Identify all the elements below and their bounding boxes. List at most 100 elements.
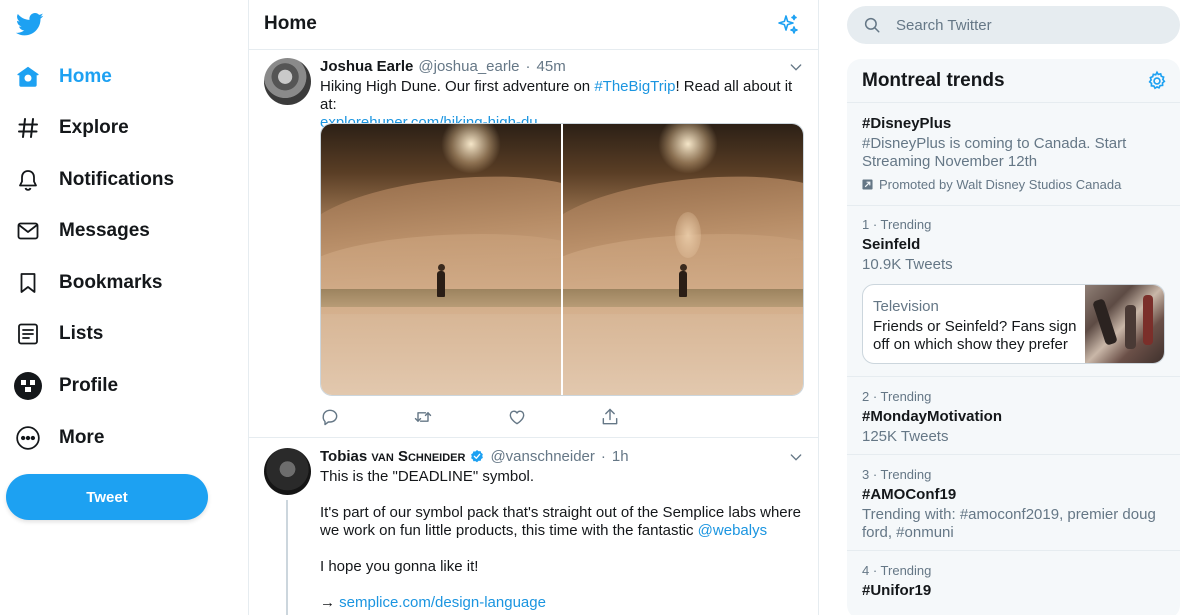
nav-label-profile: Profile — [59, 375, 119, 396]
verified-badge-icon — [471, 449, 484, 462]
hashtag-icon — [12, 112, 44, 144]
arrow-glyph: → — [320, 594, 340, 611]
nav-item-more[interactable]: More — [12, 415, 104, 461]
trend-item[interactable]: 2 · Trending #MondayMotivation 125K Twee… — [847, 377, 1180, 455]
tweet-header: Tobias van Schneider @vanschneider · 1h — [320, 448, 629, 465]
share-icon[interactable] — [600, 407, 620, 427]
promoted-label: Promoted by Walt Disney Studios Canada — [862, 177, 1121, 192]
trend-rank: 3 · Trending — [862, 467, 932, 482]
sparkle-icon[interactable] — [776, 13, 800, 37]
profile-icon — [12, 370, 44, 402]
trend-count: 10.9K Tweets — [862, 256, 953, 273]
trends-header: Montreal trends — [847, 59, 1180, 103]
trend-name: #MondayMotivation — [862, 408, 1003, 425]
tweet-button[interactable]: Tweet — [6, 474, 208, 520]
promoted-by-text: Promoted by Walt Disney Studios Canada — [879, 177, 1122, 192]
author-name-part: Tobias — [320, 448, 372, 465]
promoted-trend[interactable]: #DisneyPlus #DisneyPlus is coming to Can… — [847, 103, 1180, 206]
nav-item-bookmarks[interactable]: Bookmarks — [12, 260, 163, 306]
photo-right[interactable] — [563, 124, 803, 395]
hashtag-link[interactable]: #TheBigTrip — [594, 78, 675, 95]
card-category: Television — [873, 298, 939, 315]
trend-name: Seinfeld — [862, 236, 921, 253]
nav-label-more: More — [59, 427, 105, 448]
separator-dot: · — [525, 58, 531, 75]
tweet-timestamp[interactable]: 45m — [537, 58, 566, 75]
tweet-author-name[interactable]: Joshua Earle — [320, 58, 413, 75]
card-thumbnail — [1085, 285, 1164, 363]
tweet-text: I hope you gonna like it! — [320, 558, 805, 576]
home-icon — [12, 61, 44, 93]
right-sidebar: Search Twitter Montreal trends #DisneyPl… — [819, 0, 1200, 615]
chevron-down-icon[interactable] — [788, 59, 804, 75]
tweet-header: Joshua Earle @joshua_earle · 45m — [320, 58, 566, 75]
envelope-icon — [12, 215, 44, 247]
promoted-icon — [862, 179, 873, 190]
trends-title: Montreal trends — [862, 70, 1005, 91]
chevron-down-icon[interactable] — [788, 449, 804, 465]
tweet-text: It's part of our symbol pack that's stra… — [320, 504, 805, 540]
trend-name: #Unifor19 — [862, 582, 932, 599]
nav-item-notifications[interactable]: Notifications — [12, 157, 174, 203]
tweet-url-link[interactable]: semplice.com/design-language — [339, 594, 546, 611]
card-headline: Friends or Seinfeld? Fans sign off on wh… — [873, 318, 1077, 353]
trend-item[interactable]: 1 · Trending Seinfeld 10.9K Tweets Telev… — [847, 206, 1180, 377]
nav-label-messages: Messages — [59, 220, 150, 241]
list-icon — [12, 318, 44, 350]
twitter-logo-icon[interactable] — [16, 10, 44, 38]
avatar[interactable] — [264, 58, 311, 105]
timeline: Home Joshua Earle @joshua_earle · 45m Hi… — [248, 0, 819, 615]
trend-count: 125K Tweets — [862, 428, 949, 445]
left-sidebar: Home Explore Notifications Messages Book… — [0, 0, 248, 615]
tweet-media[interactable] — [320, 123, 804, 396]
retweet-icon[interactable] — [413, 407, 433, 427]
tweet-text: This is the "DEADLINE" symbol. — [320, 468, 805, 486]
tweet-actions — [320, 407, 740, 429]
nav-label-explore: Explore — [59, 117, 129, 138]
bell-icon — [12, 164, 44, 196]
nav-item-home[interactable]: Home — [12, 54, 112, 100]
nav-item-explore[interactable]: Explore — [12, 105, 129, 151]
nav-label-bookmarks: Bookmarks — [59, 272, 163, 293]
nav-item-messages[interactable]: Messages — [12, 208, 150, 254]
author-name-part: van Schneider — [371, 448, 466, 465]
tweet[interactable]: Joshua Earle @joshua_earle · 45m Hiking … — [249, 50, 818, 438]
tweet-author-name[interactable]: Tobias van Schneider — [320, 448, 465, 465]
tweet-author-handle[interactable]: @joshua_earle — [418, 58, 519, 75]
search-input[interactable]: Search Twitter — [896, 17, 992, 34]
tweet-text: → semplice.com/design-language — [320, 594, 805, 612]
tweet-timestamp[interactable]: 1h — [612, 448, 629, 465]
mention-link[interactable]: @webalys — [698, 522, 767, 539]
tweet-author-handle[interactable]: @vanschneider — [490, 448, 594, 465]
nav-item-lists[interactable]: Lists — [12, 311, 103, 357]
search-bar[interactable]: Search Twitter — [847, 6, 1180, 44]
photo-left[interactable] — [321, 124, 561, 395]
trend-description: #DisneyPlus is coming to Canada. Start S… — [862, 135, 1127, 170]
search-icon — [864, 17, 880, 33]
trend-rank: 2 · Trending — [862, 389, 932, 404]
separator-dot: · — [600, 448, 606, 465]
trend-rank: 1 · Trending — [862, 217, 932, 232]
thread-line — [286, 500, 288, 615]
trend-rank: 4 · Trending — [862, 563, 932, 578]
nav-label-lists: Lists — [59, 323, 104, 344]
tweet-line: I hope you gonna like it! — [320, 558, 479, 575]
more-icon — [12, 422, 44, 454]
reply-icon[interactable] — [320, 407, 340, 427]
nav-item-profile[interactable]: Profile — [12, 363, 118, 409]
trend-count: Trending with: #amoconf2019, premier dou… — [862, 506, 1156, 541]
trend-name: #AMOConf19 — [862, 486, 957, 503]
gear-icon[interactable] — [1146, 70, 1168, 92]
nav-label-notifications: Notifications — [59, 169, 175, 190]
like-icon[interactable] — [507, 407, 527, 427]
trend-item[interactable]: 3 · Trending #AMOConf19 Trending with: #… — [847, 455, 1180, 551]
tweet-text-part: Hiking High Dune. Our first adventure on — [320, 78, 595, 95]
trend-item[interactable]: 4 · Trending #Unifor19 — [847, 551, 1180, 615]
avatar[interactable] — [264, 448, 311, 495]
nav-label-home: Home — [59, 66, 112, 87]
page-title: Home — [264, 13, 317, 34]
tweet[interactable]: Tobias van Schneider @vanschneider · 1h … — [249, 438, 818, 615]
trends-panel: Montreal trends #DisneyPlus #DisneyPlus … — [847, 59, 1180, 615]
bookmark-icon — [12, 267, 44, 299]
trend-news-card[interactable]: Television Friends or Seinfeld? Fans sig… — [862, 284, 1165, 364]
